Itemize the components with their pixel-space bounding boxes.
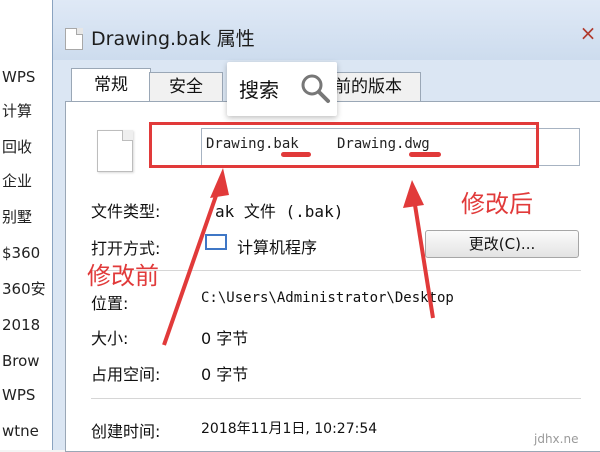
list-item[interactable]: WPS [2,384,52,406]
list-item[interactable]: WPS [2,66,52,88]
tab-security[interactable]: 安全 [149,72,223,101]
search-icon[interactable] [299,72,331,104]
document-icon [65,28,83,50]
extension-underline-bak [281,152,311,157]
size-label: 大小: [91,329,129,348]
annotation-before: 修改前 [87,262,159,290]
tab-general[interactable]: 常规 [71,68,151,101]
created-label: 创建时间: [91,422,161,441]
close-icon[interactable]: × [577,22,599,44]
title-bar: Drawing.bak 属性 × [53,0,600,60]
list-item[interactable]: 360安 [2,278,52,300]
disk-size-label: 占用空间: [91,365,161,384]
disk-size-value: 0 字节 [201,365,249,384]
created-value: 2018年11月1日, 10:27:54 [201,421,378,437]
list-item[interactable]: 别墅 [2,206,52,228]
list-item[interactable]: 2018 [2,314,52,336]
file-type-label: 文件类型: [91,202,161,221]
list-item[interactable]: $360 [2,242,52,264]
extension-underline-dwg [409,152,441,157]
dialog-title: Drawing.bak 属性 [91,28,255,50]
change-button[interactable]: 更改(C)... [425,230,579,258]
separator [91,398,581,399]
watermark: jdhx.ne [534,432,579,446]
annotation-box [149,122,539,168]
program-icon [205,234,227,250]
search-label: 搜索 [239,78,279,102]
location-value: C:\Users\Administrator\Desktop [201,290,454,306]
open-with-value: 计算机程序 [237,238,318,257]
location-label: 位置: [91,294,129,313]
file-icon [97,130,133,172]
list-item[interactable]: 计算 [2,100,52,122]
list-item[interactable]: 企业 [2,170,52,192]
file-type-value: ak 文件 (.bak) [215,202,344,221]
separator [91,270,581,271]
list-item[interactable]: Brow [2,350,52,372]
list-item[interactable]: 回收 [2,136,52,158]
list-item[interactable]: wtne [2,420,52,442]
properties-dialog: Drawing.bak 属性 × 常规 安全 前的版本 Drawing.bak … [52,0,600,452]
file-list-sidebar: WPS 计算 回收 企业 别墅 $360 360安 2018 Brow WPS … [0,0,53,450]
annotation-after: 修改后 [461,190,533,218]
size-value: 0 字节 [201,329,249,348]
search-overlay[interactable]: 搜索 [227,62,337,116]
